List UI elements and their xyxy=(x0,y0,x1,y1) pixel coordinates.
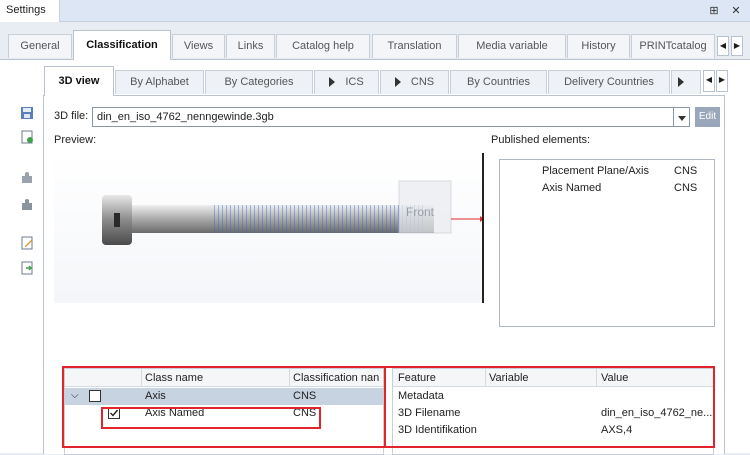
tab-views[interactable]: Views xyxy=(172,34,225,58)
file-label: 3D file: xyxy=(54,110,89,122)
tab-ics[interactable]: ICS xyxy=(314,70,379,94)
published-elements-list: Placement Plane/Axis CNS Axis Named CNS xyxy=(499,159,715,327)
highlight-axis-named xyxy=(101,407,321,429)
tab-history[interactable]: History xyxy=(567,34,630,58)
pin-icon[interactable]: ⊞ xyxy=(706,3,722,19)
list-item[interactable]: Placement Plane/Axis CNS xyxy=(542,165,697,177)
tab-delivery-countries[interactable]: Delivery Countries xyxy=(548,70,670,94)
main-tab-row: General Classification Views Links Catal… xyxy=(0,22,750,60)
tab-links[interactable]: Links xyxy=(226,34,275,58)
expand-triangle-icon xyxy=(678,77,684,88)
tab-general[interactable]: General xyxy=(8,34,72,58)
tab-translation[interactable]: Translation xyxy=(372,34,457,58)
tab-cns[interactable]: CNS xyxy=(380,70,449,94)
save-icon[interactable] xyxy=(19,105,35,121)
tab-catalog-help[interactable]: Catalog help xyxy=(276,34,370,58)
sub-tab-row: 3D view By Alphabet By Categories ICS CN… xyxy=(42,66,728,96)
close-icon[interactable]: ✕ xyxy=(728,3,744,19)
edit-button[interactable]: Edit xyxy=(695,107,720,127)
highlight-divider xyxy=(384,368,386,448)
tab-by-categories[interactable]: By Categories xyxy=(205,70,313,94)
puzzle-settings-icon[interactable] xyxy=(19,197,35,213)
file-dropdown-button[interactable] xyxy=(674,107,690,127)
tab-scroll-left-icon[interactable]: ◀ xyxy=(717,36,729,56)
puzzle-icon[interactable] xyxy=(19,170,35,186)
tab-3d-view[interactable]: 3D view xyxy=(44,66,114,96)
edit-document-icon[interactable] xyxy=(19,235,35,251)
published-elements-label: Published elements: xyxy=(491,134,591,146)
title-bar: Settings ⊞ ✕ xyxy=(0,0,750,22)
subtab-scroll-right-icon[interactable]: ▶ xyxy=(716,70,728,92)
file-input[interactable]: din_en_iso_4762_nenngewinde.3gb xyxy=(92,107,674,127)
tab-by-countries[interactable]: By Countries xyxy=(450,70,547,94)
expand-triangle-icon xyxy=(329,77,336,88)
list-item[interactable]: Axis Named CNS xyxy=(542,182,697,194)
screw-model xyxy=(102,180,482,245)
export-document-icon[interactable] xyxy=(19,260,35,276)
tab-printcatalog[interactable]: PRINTcatalog xyxy=(631,34,715,58)
tab-scroll-right-icon[interactable]: ▶ xyxy=(731,36,743,56)
tab-media-variable[interactable]: Media variable xyxy=(458,34,566,58)
new-document-icon[interactable] xyxy=(19,129,35,145)
content-area: 3D view By Alphabet By Categories ICS CN… xyxy=(0,59,750,455)
preview-label: Preview: xyxy=(54,134,97,146)
preview-viewport[interactable]: Front » xyxy=(54,153,484,303)
expand-triangle-icon xyxy=(394,77,401,88)
tab-by-alphabet[interactable]: By Alphabet xyxy=(115,70,204,94)
subtab-scroll-left-icon[interactable]: ◀ xyxy=(703,70,715,92)
tab-more[interactable] xyxy=(671,70,701,94)
window-title[interactable]: Settings xyxy=(0,0,60,22)
tab-classification[interactable]: Classification xyxy=(73,30,171,60)
view-cube-label[interactable]: Front xyxy=(406,205,434,219)
3d-view-panel: 3D file: din_en_iso_4762_nenngewinde.3gb… xyxy=(43,95,725,455)
